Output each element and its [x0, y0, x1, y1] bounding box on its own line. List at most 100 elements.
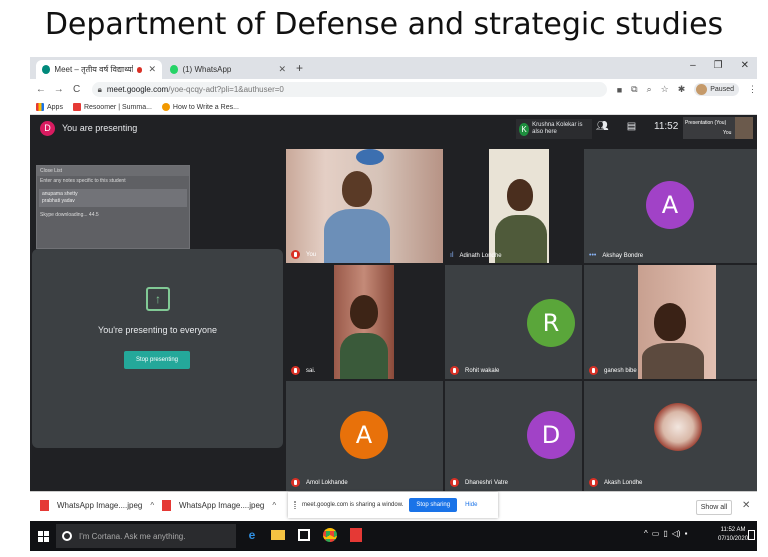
- bookmark-label: Apps: [47, 103, 63, 111]
- tray-expand-icon[interactable]: ^: [644, 529, 648, 538]
- windows-start-icon[interactable]: [38, 531, 49, 542]
- presenting-label: You are presenting: [62, 123, 138, 133]
- extensions-icon[interactable]: ✱: [678, 84, 686, 95]
- mic-off-icon: [450, 366, 459, 375]
- star-icon[interactable]: ☆: [661, 84, 669, 95]
- translate-icon[interactable]: ⧉: [631, 84, 637, 95]
- store-icon[interactable]: [296, 526, 312, 544]
- network-icon[interactable]: ▯: [663, 529, 667, 538]
- address-bar[interactable]: 🔒︎ meet.google.com /yoe-qcqy-adt?pli=1&a…: [91, 82, 607, 97]
- self-preview-label: Presentation (You): [685, 120, 727, 126]
- download-item[interactable]: WhatsApp Image....jpeg ^: [162, 500, 276, 511]
- zoom-icon[interactable]: ⌕: [647, 84, 652, 95]
- self-you-label: You: [723, 130, 732, 136]
- stop-presenting-button[interactable]: Stop presenting: [124, 351, 190, 369]
- tab-strip: Meet – तृतीय वर्ष विद्यार्थ्यांसाठी ✕ (1…: [30, 57, 757, 79]
- meet-area: D You are presenting K Krushna Kolekar i…: [30, 115, 757, 491]
- bookmark-apps[interactable]: Apps: [36, 103, 63, 111]
- show-all-button[interactable]: Show all: [696, 500, 732, 515]
- participant-name: Amol Lokhande: [291, 478, 348, 487]
- reload-icon[interactable]: C: [70, 84, 84, 95]
- participant-tile-rohit[interactable]: R Rohit wakale: [445, 265, 582, 379]
- resoomer-icon: [72, 103, 81, 111]
- host-notice[interactable]: K Krushna Kolekar is also here: [516, 119, 592, 139]
- restore-icon[interactable]: ❐: [714, 60, 723, 71]
- tab-whatsapp[interactable]: (1) WhatsApp ✕: [164, 60, 292, 79]
- mic-off-icon: [291, 250, 300, 259]
- mic-off-icon: [291, 366, 300, 375]
- tab-meet[interactable]: Meet – तृतीय वर्ष विद्यार्थ्यांसाठी ✕: [36, 60, 162, 79]
- participant-avatar: R: [527, 299, 575, 347]
- hide-button[interactable]: Hide: [465, 502, 477, 508]
- participant-tile-you[interactable]: You: [286, 149, 443, 263]
- bookmarks-bar: Apps Resoomer | Summa... How to Write a …: [30, 100, 757, 115]
- keyboard-icon[interactable]: ▪: [685, 529, 688, 538]
- battery-icon[interactable]: ▭: [652, 529, 660, 538]
- taskbar-clock[interactable]: 11:52 AM 07/10/2020: [718, 526, 748, 544]
- pdf-reader-icon[interactable]: [348, 526, 364, 544]
- chrome-icon[interactable]: [322, 526, 338, 544]
- participant-name: sai.: [291, 366, 315, 375]
- chevron-up-icon[interactable]: ^: [150, 501, 154, 510]
- participant-name: Dhaneshri Vatre: [450, 478, 508, 487]
- participant-tile-sai[interactable]: sai.: [286, 265, 443, 379]
- image-file-icon: [162, 500, 171, 511]
- profile-label: Paused: [710, 86, 734, 93]
- download-item[interactable]: WhatsApp Image....jpeg ^: [40, 500, 154, 511]
- camera-icon[interactable]: ■: [617, 85, 622, 95]
- cortana-search[interactable]: I'm Cortana. Ask me anything.: [56, 524, 236, 548]
- participant-tile-amol[interactable]: A Amol Lokhande: [286, 381, 443, 491]
- self-preview[interactable]: Presentation (You) You: [683, 117, 753, 139]
- window-controls: – ❐ ✕: [690, 60, 749, 71]
- participant-tile-adinath[interactable]: ıl Adinath Londhe: [445, 149, 582, 263]
- mini-window-text: Enter any notes specific to this student: [40, 178, 126, 184]
- mic-off-icon: [589, 478, 598, 487]
- participant-name: Akash Londhe: [589, 478, 642, 487]
- edge-icon[interactable]: e: [244, 526, 260, 544]
- meet-top-bar: D You are presenting K Krushna Kolekar i…: [30, 115, 757, 141]
- close-shelf-icon[interactable]: ✕: [742, 500, 750, 511]
- mini-name: prabhati yadav: [42, 198, 75, 204]
- profile-button[interactable]: Paused: [694, 83, 739, 96]
- url-host: meet.google.com: [106, 85, 169, 94]
- menu-icon[interactable]: ⋮: [748, 84, 757, 95]
- cortana-icon: [62, 531, 72, 541]
- drag-handle-icon[interactable]: [294, 501, 296, 509]
- apps-grid-icon: [36, 103, 44, 111]
- participant-tile-dhaneshri[interactable]: D Dhaneshri Vatre: [445, 381, 582, 491]
- stop-sharing-button[interactable]: Stop sharing: [409, 498, 458, 512]
- chevron-up-icon[interactable]: ^: [272, 501, 276, 510]
- url-path: /yoe-qcqy-adt?pli=1&authuser=0: [168, 85, 284, 94]
- file-explorer-icon[interactable]: [270, 526, 286, 544]
- mini-window-footer: Skype downloading... 44.5: [40, 212, 99, 218]
- image-file-icon: [40, 500, 49, 511]
- close-tab-icon[interactable]: ✕: [148, 64, 156, 75]
- bookmark-site-icon: [161, 103, 170, 111]
- clock-date: 07/10/2020: [718, 536, 749, 542]
- back-icon[interactable]: ←: [34, 84, 48, 95]
- participant-tile-ganesh[interactable]: ganesh bibe: [584, 265, 757, 379]
- speaking-icon: ıl: [450, 252, 454, 259]
- bookmark-howto[interactable]: How to Write a Res...: [161, 103, 239, 111]
- new-tab-button[interactable]: +: [296, 61, 303, 75]
- bookmark-resoomer[interactable]: Resoomer | Summa...: [72, 103, 152, 111]
- participant-tile-akash[interactable]: Akash Londhe: [584, 381, 757, 491]
- notification-icon[interactable]: [748, 530, 755, 540]
- minimize-icon[interactable]: –: [690, 60, 696, 71]
- participant-name: Rohit wakale: [450, 366, 499, 375]
- participant-body: [340, 333, 388, 379]
- people-icon[interactable]: 👥︎: [596, 121, 609, 132]
- volume-icon[interactable]: ◁): [672, 529, 681, 538]
- tab-label: (1) WhatsApp: [182, 65, 232, 74]
- sharing-text: meet.google.com is sharing a window.: [302, 502, 404, 508]
- participant-head: [350, 295, 378, 329]
- close-window-icon[interactable]: ✕: [741, 60, 749, 71]
- chat-icon[interactable]: ▤: [627, 121, 636, 132]
- close-tab-icon[interactable]: ✕: [278, 64, 286, 75]
- bookmark-label: How to Write a Res...: [172, 103, 239, 111]
- forward-icon[interactable]: →: [52, 84, 66, 95]
- mic-off-icon: [450, 478, 459, 487]
- mini-window-title: Close List: [37, 166, 189, 176]
- participant-head: [342, 171, 372, 207]
- participant-tile-akshay[interactable]: A ••• Akshay Bondre: [584, 149, 757, 263]
